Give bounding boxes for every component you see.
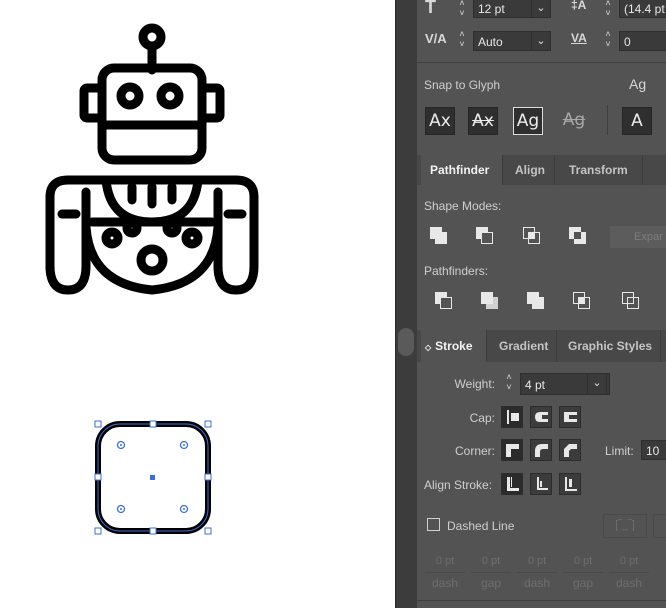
tracking-stepper[interactable]: ˄ ˅ [601,29,615,53]
snap-proximity-button[interactable]: Ag [559,107,589,135]
kerning-stepper[interactable]: ˄ ˅ [455,29,469,53]
expand-button[interactable]: Expar [610,226,666,248]
stroke-tabbar: ◇ Stroke Gradient Graphic Styles [417,330,666,362]
weight-label: Weight: [454,377,495,391]
snap-glyph-bounds-button[interactable]: Ag [513,107,543,135]
gap-1-field[interactable]: 0 pt [471,552,511,573]
font-size-stepper[interactable]: ˄ ˅ [455,0,469,22]
weight-dropdown[interactable]: ⌄ [587,373,607,395]
crop-button[interactable] [573,292,595,314]
dash-3-label: dash [615,576,643,590]
snap-to-glyph-label: Snap to Glyph [424,78,501,92]
dash-1-field[interactable]: 0 pt [425,552,465,573]
gap-2-label: gap [572,576,594,590]
kerning-dropdown[interactable]: ⌄ [531,31,551,51]
tab-stroke-label: Stroke [435,339,473,353]
artboard-canvas[interactable] [0,0,395,608]
divider-vertical [607,105,608,135]
leading-field[interactable]: (14.4 pt [619,0,666,18]
snap-x-height-button[interactable]: Ax [468,107,498,135]
divider [417,62,666,63]
glyph-options-icon[interactable]: Ag [629,76,646,92]
divider [417,600,666,601]
dock-resize-handle[interactable] [398,328,414,356]
tab-graphic-styles[interactable]: Graphic Styles [557,330,661,362]
tracking-icon: VA [571,31,587,45]
limit-field[interactable]: 10 [641,440,666,460]
font-size-dropdown[interactable]: ⌄ [531,0,551,18]
trim-button[interactable] [481,292,503,314]
projecting-cap-button[interactable] [559,406,581,428]
exclude-button[interactable] [569,227,591,249]
snap-baseline-button[interactable]: Ax [425,107,455,135]
dash-2-field[interactable]: 0 pt [517,552,557,573]
dash-pattern-align-button[interactable] [653,514,666,538]
tab-gradient[interactable]: Gradient [487,330,557,362]
collapse-icon[interactable]: ◇ [425,343,431,352]
merge-button[interactable] [527,292,549,314]
align-inside-button[interactable] [530,473,552,495]
leading-icon: ‡A [571,0,587,12]
tab-stroke[interactable]: ◇ Stroke [421,330,487,362]
unite-button[interactable] [430,227,452,249]
cap-label: Cap: [469,411,495,425]
tab-align[interactable]: Align [503,155,555,185]
align-center-button[interactable] [501,473,523,495]
bevel-join-button[interactable] [559,439,581,461]
outline-button[interactable] [622,292,644,314]
intersect-button[interactable] [523,227,545,249]
limit-label: Limit: [605,444,634,458]
shape-modes-label: Shape Modes: [424,199,502,213]
align-stroke-label: Align Stroke: [424,478,493,492]
dash-3-field[interactable]: 0 pt [609,552,649,573]
round-join-button[interactable] [530,439,552,461]
minus-front-button[interactable] [476,227,498,249]
weight-stepper[interactable]: ˄ ˅ [502,372,516,396]
divide-button[interactable] [435,292,457,314]
properties-panel-dock: T ˄ ˅ 12 pt ⌄ ‡A ˄ ˅ (14.4 pt V/A ˄ ˅ Auto … [417,0,666,608]
selected-rounded-square[interactable] [92,418,214,536]
round-cap-button[interactable] [530,406,552,428]
robot-artwork[interactable] [40,22,264,298]
tracking-field[interactable]: 0 [619,31,666,51]
tab-transform[interactable]: Transform [555,155,643,185]
font-size-icon: T [425,0,436,17]
dash-pattern-preserve-button[interactable]: [‾_‾] [603,514,647,538]
gap-2-field[interactable]: 0 pt [563,552,603,573]
dash-2-label: dash [523,576,551,590]
leading-stepper[interactable]: ˄ ˅ [601,0,615,22]
miter-join-button[interactable] [501,439,523,461]
gap-1-label: gap [480,576,502,590]
dashed-line-checkbox[interactable] [427,518,440,531]
panel-dock-gutter [395,0,418,608]
pathfinders-label: Pathfinders: [424,264,489,278]
kerning-icon: V/A [425,31,447,46]
align-outside-button[interactable] [559,473,581,495]
pathfinder-tabbar: Pathfinder Align Transform [417,155,666,185]
snap-angular-button[interactable]: A [622,107,652,135]
dashed-line-label: Dashed Line [447,519,515,533]
butt-cap-button[interactable] [501,406,523,428]
corner-label: Corner: [454,444,495,458]
dash-1-label: dash [431,576,459,590]
tab-pathfinder[interactable]: Pathfinder [421,155,503,185]
